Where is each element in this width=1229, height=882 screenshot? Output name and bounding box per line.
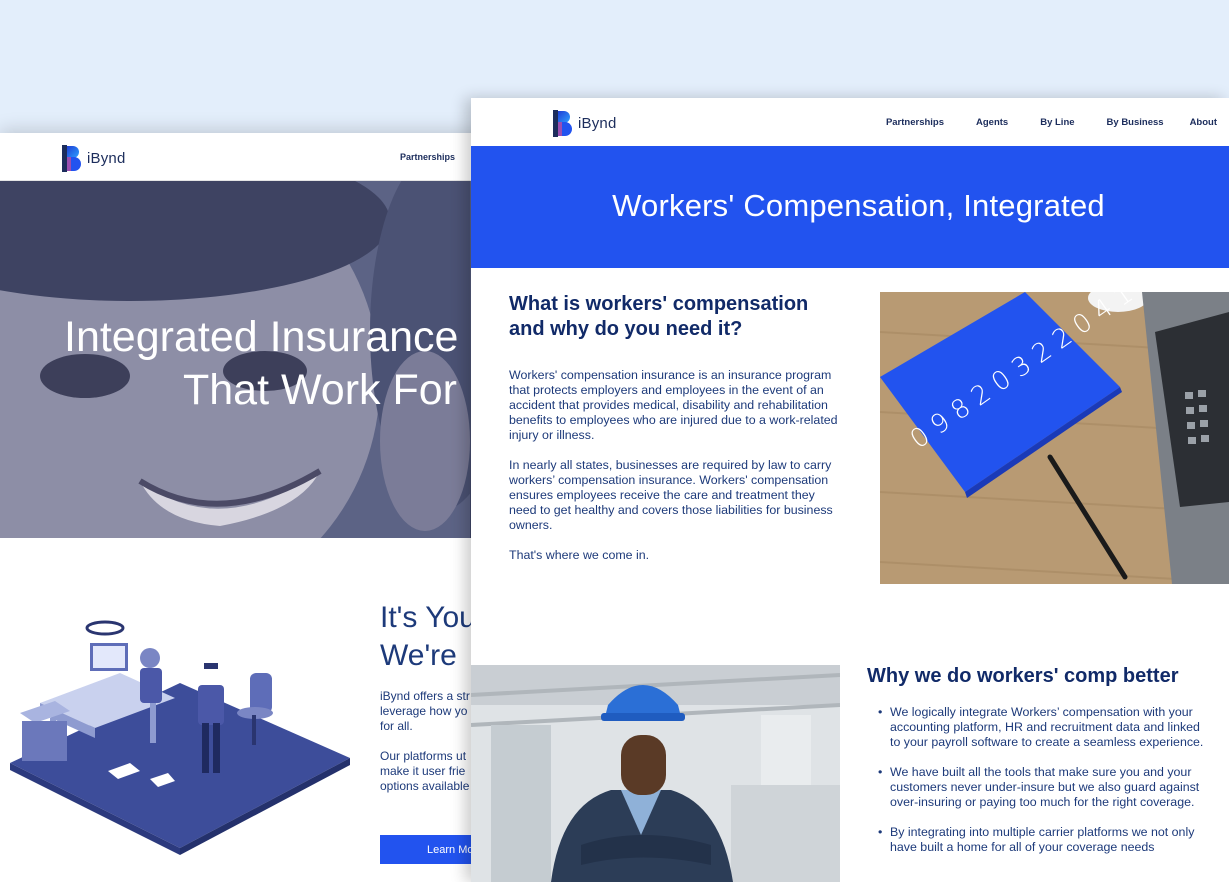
- brand-name: iBynd: [578, 115, 617, 132]
- back-logo[interactable]: iBynd: [62, 145, 126, 172]
- front-header: iBynd Partnerships Agents By Line By Bus…: [471, 98, 1229, 146]
- why-list-item: We logically integrate Workers’ compensa…: [878, 705, 1204, 750]
- what-section-title: What is workers' compensation and why do…: [509, 293, 809, 340]
- nav-about[interactable]: About: [1190, 117, 1217, 128]
- nav-partnerships[interactable]: Partnerships: [886, 117, 944, 128]
- why-list: We logically integrate Workers’ compensa…: [878, 705, 1204, 870]
- notebook-laptop-photo: 0 9 8 2 0 3 2 2 0 4 1: [880, 292, 1229, 584]
- what-paragraph: In nearly all states, businesses are req…: [509, 458, 833, 532]
- what-paragraph: Workers' compensation insurance is an in…: [509, 368, 838, 442]
- page-banner: Workers' Compensation, Integrated: [471, 146, 1229, 268]
- ibynd-logo-icon: [62, 145, 81, 172]
- learn-more-button[interactable]: Learn Mo: [380, 835, 480, 864]
- nav-by-line[interactable]: By Line: [1040, 117, 1074, 128]
- front-logo[interactable]: iBynd: [553, 110, 617, 137]
- construction-worker-photo: [471, 665, 840, 882]
- main-nav: Partnerships Agents By Line By Business …: [886, 117, 1229, 128]
- what-section-body: Workers' compensation insurance is an in…: [509, 368, 841, 578]
- hero-title: Integrated Insurance That Work For: [64, 311, 472, 417]
- ibynd-logo-icon: [553, 110, 572, 137]
- front-page-screenshot: iBynd Partnerships Agents By Line By Bus…: [471, 98, 1229, 882]
- why-list-item: We have built all the tools that make su…: [878, 765, 1204, 810]
- hero-title-line1: Integrated Insurance: [64, 313, 459, 361]
- nav-agents[interactable]: Agents: [976, 117, 1008, 128]
- nav-by-business[interactable]: By Business: [1107, 117, 1164, 128]
- brand-name: iBynd: [87, 150, 126, 167]
- why-section-title: Why we do workers' comp better: [867, 665, 1179, 687]
- page-title: Workers' Compensation, Integrated: [612, 188, 1105, 223]
- nav-partnerships[interactable]: Partnerships: [400, 152, 455, 162]
- office-isometric-illustration: [10, 620, 350, 855]
- what-paragraph: That's where we come in.: [509, 548, 650, 562]
- why-list-item: By integrating into multiple carrier pla…: [878, 825, 1204, 855]
- hero-title-line2: That Work For: [183, 366, 457, 414]
- hero-image: Integrated Insurance That Work For: [0, 181, 472, 538]
